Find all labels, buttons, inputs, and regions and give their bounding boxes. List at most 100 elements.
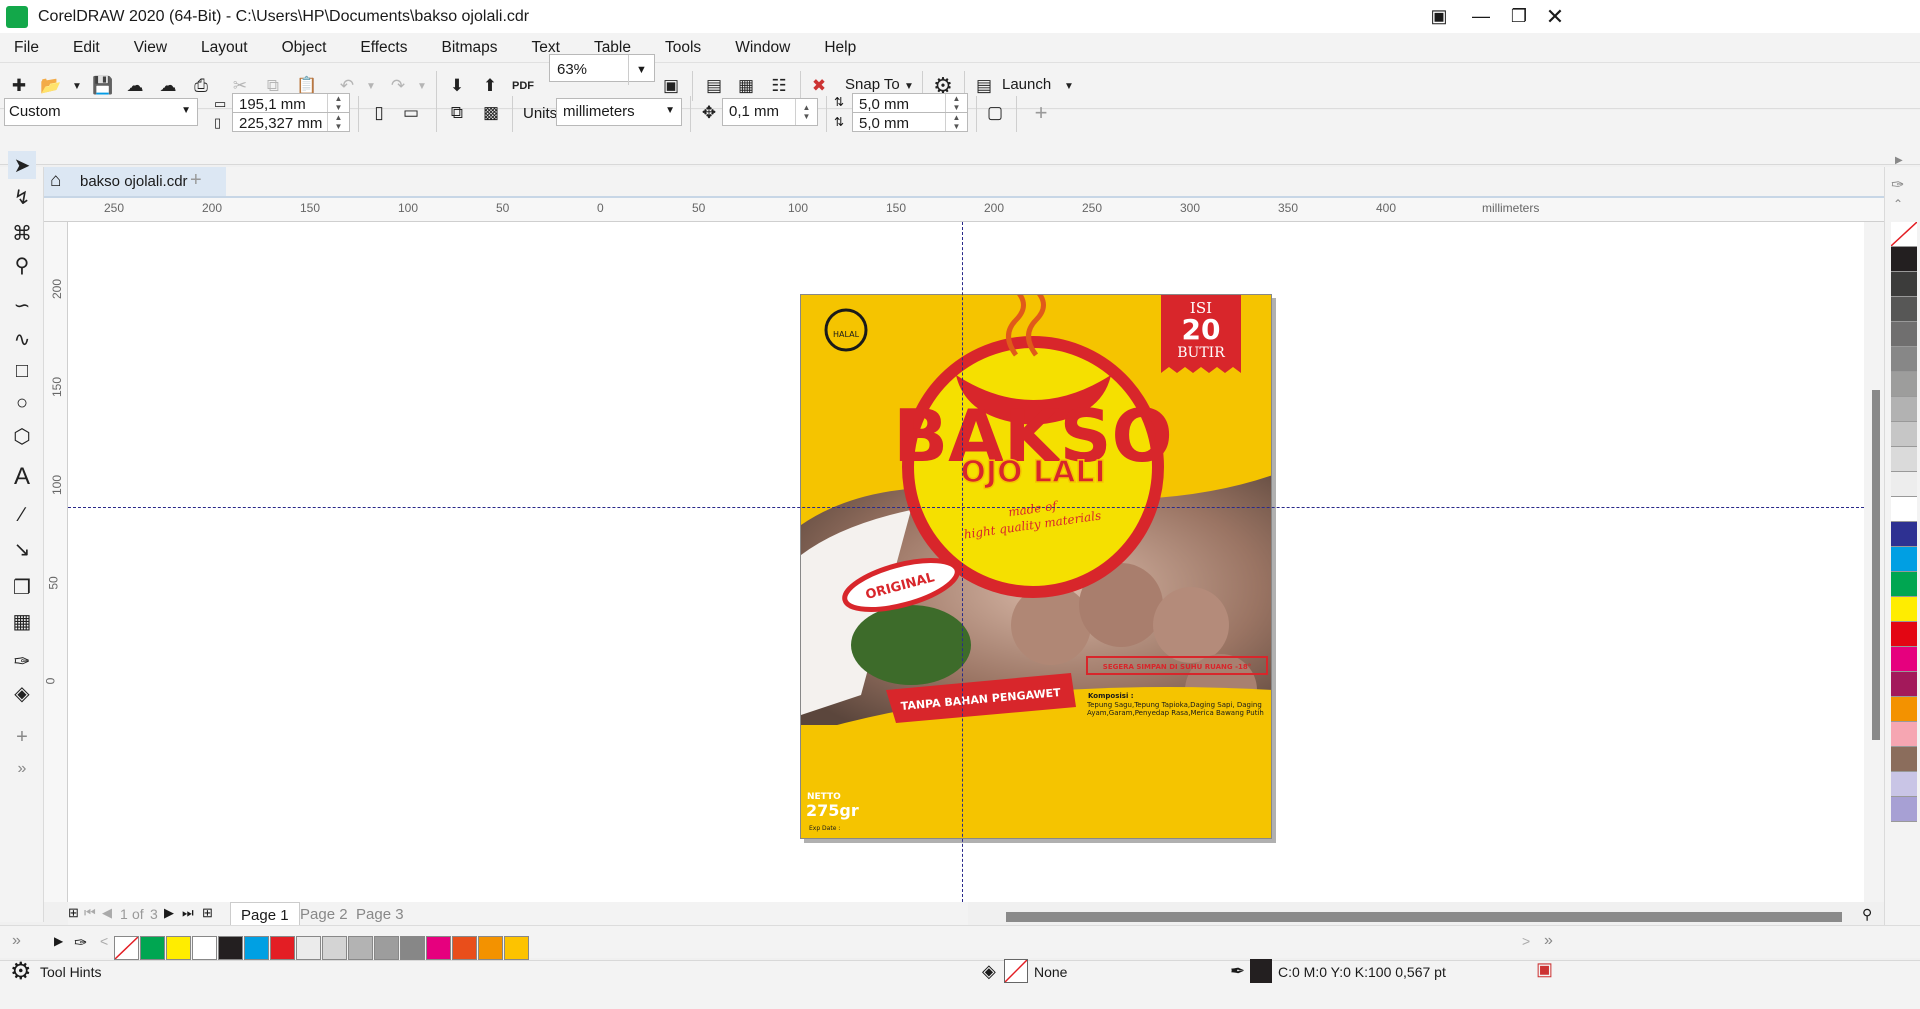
interactive-fill-tool-icon[interactable]: ◈ [8,679,36,707]
menu-view[interactable]: View [134,39,167,57]
publish-pdf-icon[interactable]: PDF [512,75,534,97]
menu-layout[interactable]: Layout [201,39,248,57]
color-swatch[interactable] [1891,572,1917,597]
redo-icon[interactable]: ↷ [387,75,409,97]
color-swatch[interactable] [1891,397,1917,422]
menu-file[interactable]: File [14,39,39,57]
color-eyedropper-icon[interactable]: ✑ [74,933,87,953]
open-icon[interactable]: 📂 [40,75,62,97]
color-swatch[interactable] [192,936,217,960]
vertical-guideline[interactable] [962,222,963,902]
menu-window[interactable]: Window [735,39,790,57]
color-swatch[interactable] [1891,472,1917,497]
right-no-color-swatch[interactable] [1890,221,1918,247]
rectangle-tool-icon[interactable]: □ [8,357,36,385]
ellipse-tool-icon[interactable]: ○ [8,389,36,417]
drop-shadow-tool-icon[interactable]: ❐ [8,573,36,601]
document-page[interactable]: HALAL ISI 20 BUTIR BAKSO OJO LALI made o… [800,294,1272,839]
menu-effects[interactable]: Effects [360,39,407,57]
zoom-dropdown-icon[interactable]: ▼ [628,55,654,85]
home-icon[interactable]: ⌂ [50,170,61,192]
color-swatch[interactable] [348,936,373,960]
undo-dropdown-icon[interactable]: ▼ [360,75,382,97]
connector-tool-icon[interactable]: ↘ [8,535,36,563]
crop-tool-icon[interactable]: ⌘ [8,219,36,247]
color-swatch[interactable] [1891,697,1917,722]
docker-collapse-icon[interactable]: ▶ [1895,155,1903,166]
polygon-tool-icon[interactable]: ⬡ [8,422,36,450]
color-swatch[interactable] [1891,322,1917,347]
color-proof-icon[interactable]: ▣ [1536,959,1553,980]
menu-edit[interactable]: Edit [73,39,100,57]
page-height-field[interactable]: 225,327 mm ▲ ▼ [232,112,350,132]
add-page-before-icon[interactable]: ⊞ [68,905,79,921]
add-tool-plus-icon[interactable]: + [8,723,36,751]
color-swatch[interactable] [1891,347,1917,372]
add-page-after-icon[interactable]: ⊞ [202,905,213,921]
eyedropper-tool-icon[interactable]: ✑ [8,647,36,675]
color-swatch[interactable] [1891,722,1917,747]
color-swatch[interactable] [1891,447,1917,472]
freehand-tool-icon[interactable]: ∽ [8,291,36,319]
duplicate-y-field[interactable]: 5,0 mm ▲ ▼ [852,112,968,132]
import-icon[interactable]: ⬇ [446,75,468,97]
toolbox-expand-icon[interactable]: » [8,755,36,783]
palette-menu-icon[interactable]: ▶ [54,934,63,948]
full-screen-preview-icon[interactable]: ▣ [660,75,682,97]
page-width-field[interactable]: 195,1 mm ▲ ▼ [232,93,350,113]
right-palette-scroll-up-icon[interactable]: ⌃ [1893,197,1903,211]
units-select[interactable]: millimeters ▼ [556,98,682,126]
cloud-open-icon[interactable]: ☁ [124,75,146,97]
new-tab-plus-icon[interactable]: + [190,169,202,192]
previous-page-icon[interactable]: ◀ [102,905,112,921]
pick-tool-icon[interactable]: ➤ [8,151,36,179]
duplicate-x-field[interactable]: 5,0 mm ▲ ▼ [852,93,968,113]
dimension-tool-icon[interactable]: ∕ [8,501,36,529]
current-page-icon[interactable]: ▩ [480,102,502,124]
launch-icon[interactable]: ▤ [973,75,995,97]
duplicate-x-spinner[interactable]: ▲ ▼ [945,94,967,112]
menu-help[interactable]: Help [824,39,856,57]
minimize-button[interactable]: — [1466,0,1496,33]
snap-to-label[interactable]: Snap To [845,76,900,93]
artistic-media-tool-icon[interactable]: ∿ [8,325,36,353]
portrait-icon[interactable]: ▯ [368,102,390,124]
all-pages-icon[interactable]: ⧉ [446,102,468,124]
show-grid-icon[interactable]: ▦ [735,75,757,97]
color-swatch[interactable] [1891,297,1917,322]
color-swatch[interactable] [504,936,529,960]
horizontal-ruler[interactable]: 250 200 150 100 50 0 50 100 150 200 250 … [44,198,1884,222]
horizontal-scroll-thumb[interactable] [1006,912,1842,922]
color-swatch[interactable] [1891,672,1917,697]
show-rulers-icon[interactable]: ▤ [703,75,725,97]
color-swatch[interactable] [270,936,295,960]
print-icon[interactable]: ⎙ [190,75,212,97]
page-width-spinner[interactable]: ▲ ▼ [327,94,349,112]
color-swatch[interactable] [296,936,321,960]
cloud-upload-icon[interactable]: ☁ [157,75,179,97]
text-tool-icon[interactable]: A [8,463,36,491]
nudge-spinner[interactable]: ▲ ▼ [795,99,817,125]
landscape-icon[interactable]: ▭ [400,102,422,124]
color-swatch[interactable] [1891,247,1917,272]
color-swatch[interactable] [1891,597,1917,622]
color-swatch[interactable] [1891,272,1917,297]
color-swatch[interactable] [1891,547,1917,572]
page-height-spinner[interactable]: ▲ ▼ [327,113,349,131]
save-icon[interactable]: 💾 [92,75,114,97]
first-page-icon[interactable]: ⏮ [84,905,96,921]
color-swatch[interactable] [322,936,347,960]
launch-label[interactable]: Launch [1002,76,1051,93]
color-swatch[interactable] [400,936,425,960]
transparency-tool-icon[interactable]: ▦ [8,607,36,635]
redo-dropdown-icon[interactable]: ▼ [411,75,433,97]
zoom-level-field[interactable]: 63% ▼ [549,54,655,85]
color-swatch[interactable] [1891,622,1917,647]
color-swatch[interactable] [244,936,269,960]
color-swatch[interactable] [1891,522,1917,547]
menu-tools[interactable]: Tools [665,39,701,57]
palette-expand-icon[interactable]: » [12,932,21,950]
open-dropdown-icon[interactable]: ▼ [66,75,88,97]
color-swatch[interactable] [140,936,165,960]
snap-off-icon[interactable]: ✖ [808,75,830,97]
